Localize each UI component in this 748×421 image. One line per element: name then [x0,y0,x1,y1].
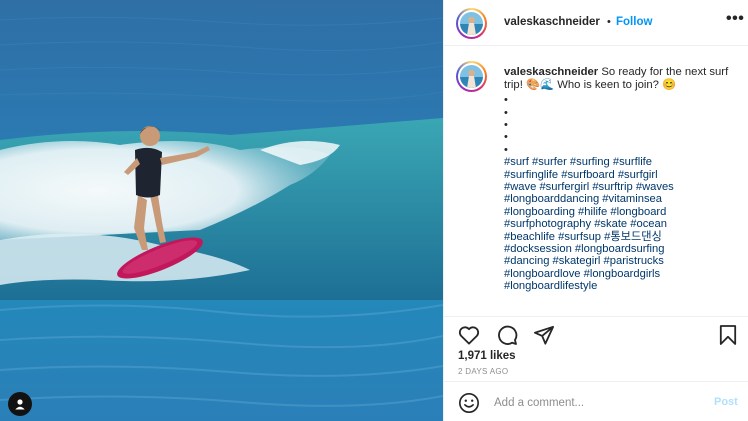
emoji-button[interactable] [457,391,481,415]
hashtag-link[interactable]: #longboard [610,206,666,218]
hashtag-link[interactable]: #waves [636,181,674,193]
hashtag-link[interactable]: #docksession [504,243,572,255]
post-header: valeskaschneider • Follow ••• [444,0,748,46]
hashtag-link[interactable]: #surfergirl [539,181,589,193]
hashtag-link[interactable]: #vitaminsea [602,193,662,205]
bullet: • [504,143,508,156]
hashtag-link[interactable]: #dancing [504,255,549,267]
hashtag-link[interactable]: #surfsup [558,231,601,243]
hashtag-link[interactable]: #통보드댄싱 [604,231,662,243]
hashtag-link[interactable]: #longboardlifestyle [504,280,597,292]
post-photo[interactable] [0,0,443,421]
hashtag-link[interactable]: #longboarddancing [504,193,599,205]
avatar-image [460,12,483,35]
hashtag-link[interactable]: #longboardsurfing [575,243,665,255]
hashtag-link[interactable]: #paristrucks [604,255,664,267]
post-comment-button[interactable]: Post [714,396,738,408]
hashtag-link[interactable]: #surfphotography [504,218,591,230]
user-tag-icon [15,399,25,410]
post-side-panel: valeskaschneider • Follow ••• valeskasch… [443,0,748,421]
caption-avatar[interactable] [460,65,483,88]
like-button[interactable] [456,324,482,346]
hashtag-link[interactable]: #beachlife [504,231,555,243]
hashtag-link[interactable]: #surfing [570,156,610,168]
heart-icon [458,326,480,345]
hashtag-link[interactable]: #longboarding [504,206,575,218]
follow-button[interactable]: Follow [616,16,652,28]
bullet: • [504,119,508,131]
hashtag-link[interactable]: #surfboard [561,169,615,181]
hashtag-link[interactable]: #ocean [630,218,667,230]
hashtag-link[interactable]: #wave [504,181,536,193]
post-username[interactable]: valeskaschneider [504,16,600,28]
comments-area[interactable]: valeskaschneider So ready for the next s… [444,47,748,315]
hashtag-link[interactable]: #surfgirl [618,169,658,181]
smiley-icon [459,393,479,413]
comment-icon [498,325,518,345]
hashtag-link[interactable]: #surftrip [592,181,632,193]
hashtag-link[interactable]: #surfinglife [504,169,558,181]
separator-dot: • [607,16,611,28]
more-options-icon[interactable]: ••• [726,10,744,28]
comment-input[interactable] [494,394,694,412]
post-caption: valeskaschneider So ready for the next s… [504,66,740,293]
caption-username[interactable]: valeskaschneider [504,66,598,78]
tag-button[interactable] [8,392,32,416]
comment-button[interactable] [494,324,520,346]
bullet: • [504,131,508,144]
hashtag-link[interactable]: #hilife [578,206,607,218]
bullet: • [504,106,508,119]
like-count[interactable]: 1,971 likes [458,350,516,362]
avatar[interactable] [460,12,483,35]
hashtag-link[interactable]: #surflife [613,156,652,168]
bookmark-icon [719,325,737,345]
hashtag-list: #surf #surfer #surfing #surflife #surfin… [504,156,740,292]
hashtag-link[interactable]: #skate [594,218,627,230]
hashtag-link[interactable]: #longboardlove [504,268,581,280]
avatar-image [460,65,483,88]
surfer-photo [0,0,443,421]
caption-bullets: • • • • • [504,94,740,156]
post-timestamp[interactable]: 2 DAYS AGO [458,367,508,376]
hashtag-link[interactable]: #surf [504,156,529,168]
save-button[interactable] [716,324,740,346]
add-comment-bar: Post [444,381,748,421]
share-button[interactable] [531,324,557,346]
hashtag-link[interactable]: #surfer [532,156,567,168]
bullet: • [504,94,508,107]
paper-plane-icon [534,325,554,345]
hashtag-link[interactable]: #skategirl [553,255,601,267]
hashtag-link[interactable]: #longboardgirls [584,268,661,280]
post-actions: 1,971 likes 2 DAYS AGO Post [444,316,748,421]
